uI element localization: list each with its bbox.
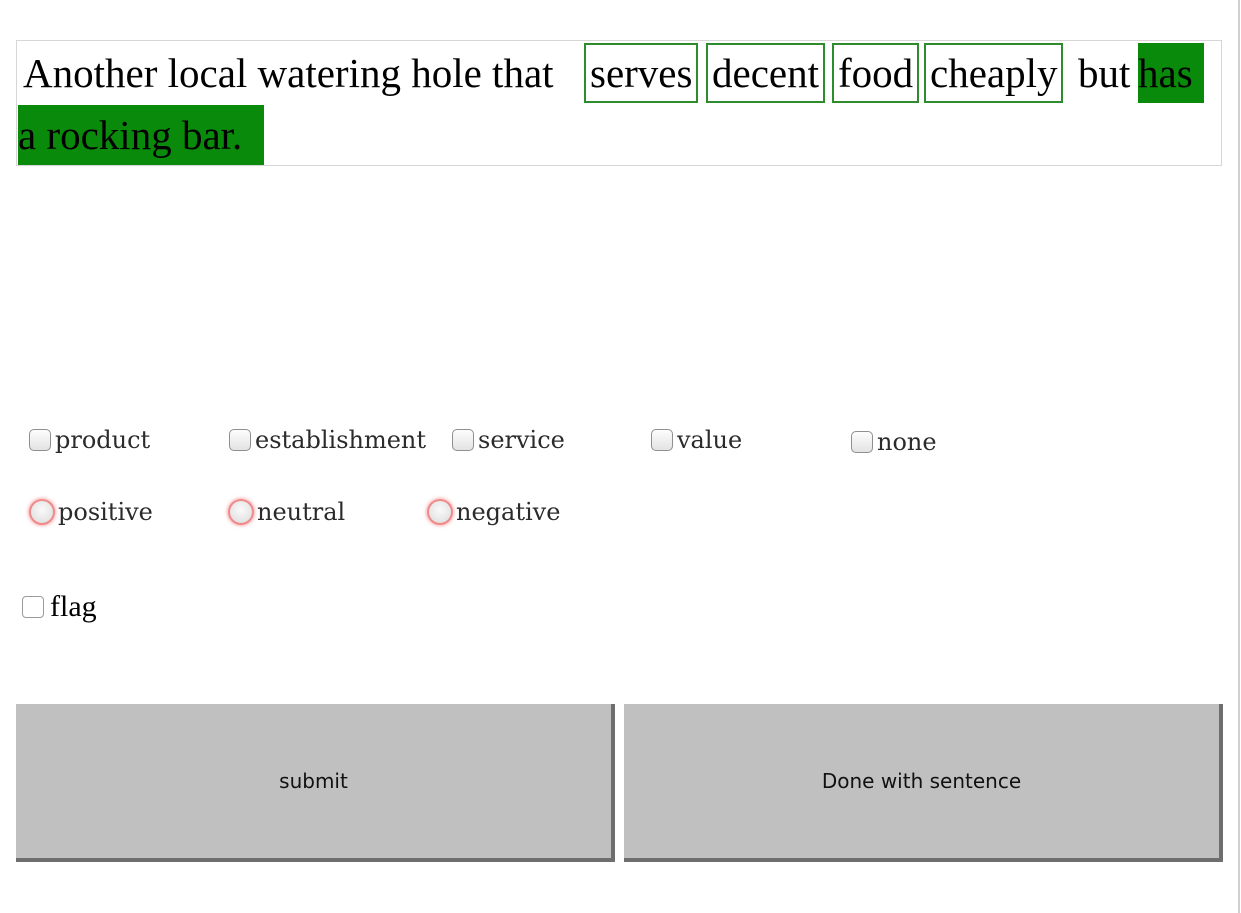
sentiment-option-positive[interactable]: positive <box>29 497 153 527</box>
sentiment-option-neutral[interactable]: neutral <box>228 497 345 527</box>
aspect-label: value <box>677 426 743 454</box>
aspect-option-none[interactable]: none <box>851 427 937 457</box>
sentence-token-selected[interactable]: decent <box>706 43 825 103</box>
sentence-token-highlighted[interactable]: has <box>1138 43 1204 103</box>
radio-button[interactable] <box>427 499 453 525</box>
aspect-option-value[interactable]: value <box>651 425 742 455</box>
aspect-label: none <box>877 428 937 456</box>
flag-option[interactable]: flag <box>22 590 97 624</box>
aspect-label: product <box>55 426 151 454</box>
sentence-panel: Another local watering hole that serves … <box>16 40 1222 166</box>
aspect-option-establishment[interactable]: establishment <box>229 425 426 455</box>
sentence-token-highlighted[interactable]: a rocking bar. <box>18 105 264 165</box>
radio-button[interactable] <box>29 499 55 525</box>
aspect-option-service[interactable]: service <box>452 425 565 455</box>
sentence-token-selected[interactable]: cheaply <box>924 43 1064 103</box>
checkbox[interactable] <box>452 429 474 451</box>
sentence-token-selected[interactable]: serves <box>584 43 699 103</box>
done-with-sentence-button[interactable]: Done with sentence <box>624 704 1223 862</box>
aspect-option-product[interactable]: product <box>29 425 150 455</box>
scrollbar-edge <box>1238 0 1240 913</box>
aspect-label: service <box>478 426 565 454</box>
sentiment-label: negative <box>456 498 561 526</box>
sentence-token-selected[interactable]: food <box>832 43 920 103</box>
radio-button[interactable] <box>228 499 254 525</box>
submit-button[interactable]: submit <box>16 704 615 862</box>
checkbox[interactable] <box>651 429 673 451</box>
checkbox[interactable] <box>29 429 51 451</box>
checkbox[interactable] <box>229 429 251 451</box>
flag-checkbox[interactable] <box>22 596 44 618</box>
sentiment-option-negative[interactable]: negative <box>427 497 560 527</box>
checkbox[interactable] <box>851 431 873 453</box>
flag-label: flag <box>50 590 97 623</box>
aspect-label: establishment <box>255 426 427 454</box>
sentence-token[interactable]: but <box>1078 43 1130 103</box>
sentiment-label: positive <box>58 498 153 526</box>
sentence-token[interactable]: Another local watering hole that <box>23 43 554 103</box>
sentiment-label: neutral <box>257 498 346 526</box>
